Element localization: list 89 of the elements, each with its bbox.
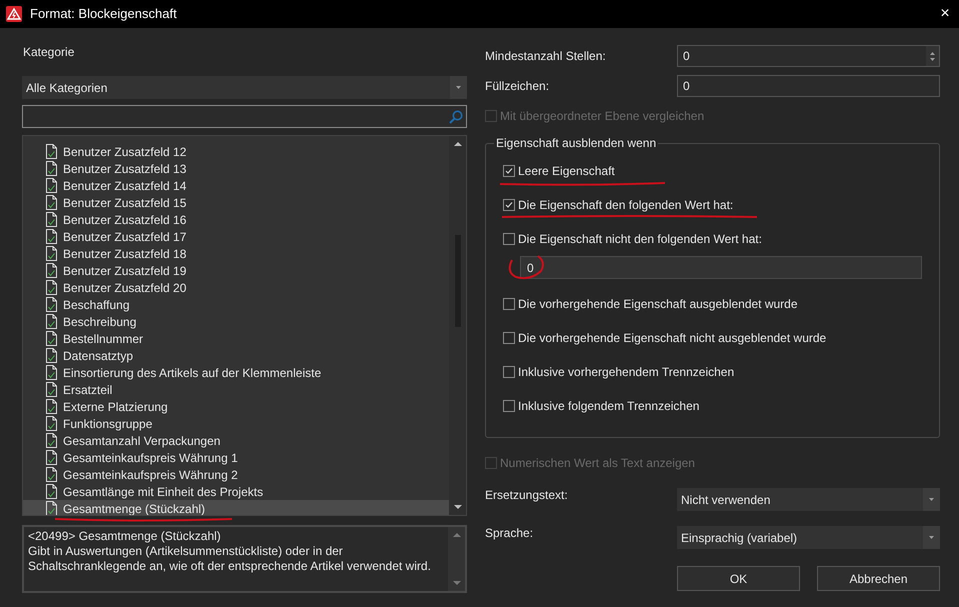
document-check-icon: [46, 195, 57, 210]
caret-icon: [929, 536, 934, 539]
caret-icon: [456, 86, 461, 89]
document-check-icon: [46, 297, 57, 312]
property-item[interactable]: Beschaffung: [23, 296, 449, 313]
document-check-icon: [46, 280, 57, 295]
property-item[interactable]: Benutzer Zusatzfeld 15: [23, 194, 449, 211]
document-check-icon: [46, 416, 57, 431]
scroll-up-icon: [454, 142, 462, 146]
language-dropdown[interactable]: Einsprachig (variabel): [677, 526, 940, 549]
document-check-icon: [46, 246, 57, 261]
property-item[interactable]: Einsortierung des Artikels auf der Klemmenleiste: [23, 364, 449, 381]
spin-up-icon[interactable]: [930, 52, 935, 54]
checkbox[interactable]: [503, 233, 515, 245]
category-label: Kategorie: [23, 45, 76, 59]
document-check-icon: [46, 178, 57, 193]
checkbox[interactable]: [503, 298, 515, 310]
document-check-icon: [46, 212, 57, 227]
document-check-icon: [46, 399, 57, 414]
checkbox-label[interactable]: Die vorhergehende Eigenschaft nicht ausgeblendet wurde: [518, 329, 826, 347]
document-check-icon: [46, 144, 57, 159]
checkbox-label[interactable]: Die Eigenschaft den folgenden Wert hat:: [518, 196, 734, 214]
document-check-icon: [46, 484, 57, 499]
property-item[interactable]: Benutzer Zusatzfeld 13: [23, 160, 449, 177]
caret-icon: [929, 498, 934, 501]
property-item[interactable]: Datensatztyp: [23, 347, 449, 364]
field-label: Mindestanzahl Stellen:: [485, 48, 607, 65]
scroll-down-icon: [452, 581, 460, 585]
document-check-icon: [46, 161, 57, 176]
search-field[interactable]: [22, 105, 467, 128]
checkbox[interactable]: [503, 165, 515, 177]
property-item[interactable]: Benutzer Zusatzfeld 14: [23, 177, 449, 194]
value-field[interactable]: 0: [520, 256, 922, 279]
scrollbar[interactable]: [449, 136, 466, 515]
document-check-icon: [46, 365, 57, 380]
checkbox-label[interactable]: Leere Eigenschaft: [518, 162, 615, 180]
checkbox[interactable]: [503, 400, 515, 412]
document-check-icon: [46, 314, 57, 329]
fill-char-field[interactable]: 0: [677, 75, 940, 97]
checkbox-label[interactable]: Inklusive folgendem Trennzeichen: [518, 397, 700, 415]
checkbox[interactable]: [503, 366, 515, 378]
document-check-icon: [46, 229, 57, 244]
field-label: Sprache:: [485, 526, 534, 542]
checkbox[interactable]: [503, 332, 515, 344]
property-item[interactable]: Benutzer Zusatzfeld 19: [23, 262, 449, 279]
checkbox-label[interactable]: Die vorhergehende Eigenschaft ausgeblendet wurde: [518, 295, 798, 313]
checkbox-label[interactable]: Inklusive vorhergehendem Trennzeichen: [518, 363, 734, 381]
document-check-icon: [46, 433, 57, 448]
property-item[interactable]: Externe Platzierung: [23, 398, 449, 415]
group-title: Eigenschaft ausblenden wenn: [494, 136, 658, 150]
spin-down-icon[interactable]: [930, 58, 935, 60]
property-item[interactable]: Benutzer Zusatzfeld 12: [23, 143, 449, 160]
property-item[interactable]: Beschreibung: [23, 313, 449, 330]
property-item[interactable]: Benutzer Zusatzfeld 16: [23, 211, 449, 228]
checkbox-label[interactable]: Die Eigenschaft nicht den folgenden Wert hat:: [518, 230, 762, 248]
cancel-button[interactable]: Abbrechen: [817, 566, 940, 591]
property-item[interactable]: Benutzer Zusatzfeld 18: [23, 245, 449, 262]
property-item[interactable]: Gesamtlänge mit Einheit des Projekts: [23, 483, 449, 500]
property-item[interactable]: Benutzer Zusatzfeld 20: [23, 279, 449, 296]
description-text: <20499> Gesamtmenge (Stückzahl): [28, 529, 222, 544]
document-check-icon: [46, 450, 57, 465]
category-dropdown[interactable]: Alle Kategorien: [22, 76, 467, 99]
warning-logo-icon: [6, 6, 22, 22]
document-check-icon: [46, 382, 57, 397]
document-check-icon: [46, 348, 57, 363]
document-check-icon: [46, 501, 57, 515]
property-item[interactable]: Gesamteinkaufspreis Währung 1: [23, 449, 449, 466]
close-button[interactable]: ×: [933, 2, 957, 26]
document-check-icon: [46, 467, 57, 482]
property-item[interactable]: Gesamtanzahl Verpackungen: [23, 432, 449, 449]
ok-button[interactable]: OK: [677, 566, 800, 591]
document-check-icon: [46, 331, 57, 346]
window-title: Format: Blockeigenschaft: [30, 5, 177, 24]
property-item[interactable]: Benutzer Zusatzfeld 17: [23, 228, 449, 245]
field-label: Ersetzungstext:: [485, 488, 569, 504]
property-item[interactable]: Bestellnummer: [23, 330, 449, 347]
scroll-up-icon: [452, 533, 460, 537]
min-digits-spinbox[interactable]: 0: [677, 45, 940, 67]
property-item[interactable]: Gesamteinkaufspreis Währung 2: [23, 466, 449, 483]
scroll-down-icon: [454, 505, 462, 509]
description-text: Gibt in Auswertungen (Artikelsummenstückliste) oder in der Schaltschranklegende an, wie oft der entsprechende Artikel verwendet wird.: [28, 544, 432, 574]
property-item[interactable]: Funktionsgruppe: [23, 415, 449, 432]
search-icon: [449, 110, 463, 124]
replacement-dropdown[interactable]: Nicht verwenden: [677, 488, 940, 511]
checkbox[interactable]: [503, 199, 515, 211]
property-item[interactable]: Gesamtmenge (Stückzahl): [23, 500, 449, 515]
field-label: Füllzeichen:: [485, 78, 550, 95]
property-item[interactable]: Ersatzteil: [23, 381, 449, 398]
document-check-icon: [46, 263, 57, 278]
